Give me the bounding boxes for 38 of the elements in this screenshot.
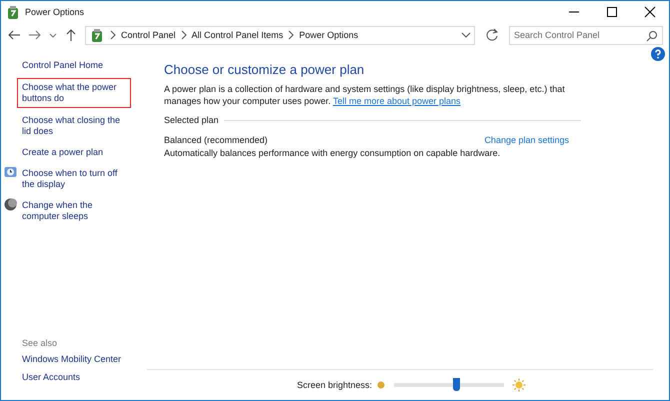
window-title: Power Options [25,7,84,17]
chevron-icon [180,30,188,40]
sidebar-link[interactable]: Control Panel Home [22,60,147,71]
chevron-icon [109,30,117,40]
sidebar-link[interactable]: Change when the computer sleeps [22,198,126,224]
chevron-icon [287,30,296,40]
moon-icon [4,198,17,211]
section-heading: Selected plan [164,115,219,125]
address-bar[interactable]: Control Panel All Control Panel Items Power Options [85,26,475,44]
bright-sun-icon [512,378,526,392]
plan-name: Balanced (recommended) [164,135,268,145]
description-text: A power plan is a collection of hardware and system settings (like display brightness, sleep, etc.) that manages how your computer uses power. Tell me more about power plans [164,83,566,107]
breadcrumb-item[interactable]: All Control Panel Items [192,30,284,40]
sidebar-link[interactable]: Choose when to turn off the display [22,166,126,192]
clock-monitor-icon [4,166,17,179]
back-arrow-icon[interactable] [7,28,21,42]
dim-sun-icon [376,380,386,390]
search-field[interactable]: Search Control Panel [509,26,663,44]
up-arrow-icon[interactable] [64,28,78,42]
help-icon[interactable] [651,47,665,61]
dropdown-caret-icon[interactable] [461,30,471,40]
forward-arrow-icon[interactable] [28,28,42,42]
search-icon [646,30,658,42]
sidebar-link[interactable]: Windows Mobility Center [22,354,147,365]
plan-description: Automatically balances performance with energy consumption on capable hardware. [164,148,502,158]
brightness-label: Screen brightness: [297,380,372,390]
breadcrumb-item[interactable]: Control Panel [121,30,176,40]
maximize-icon[interactable] [605,5,619,19]
sidebar-link[interactable]: User Accounts [22,372,147,383]
help-link[interactable]: Tell me more about power plans [332,96,461,106]
change-plan-link[interactable]: Change plan settings [484,135,569,145]
page-heading: Choose or customize a power plan [164,62,366,77]
sidebar-link[interactable]: Choose what the power buttons do [18,79,130,107]
section-heading: See also [22,338,58,348]
close-icon[interactable] [643,5,657,19]
sidebar-link[interactable]: Create a power plan [22,145,126,160]
breadcrumb-item[interactable]: Power Options [299,30,358,40]
sidebar-link[interactable]: Choose what closing the lid does [22,113,126,139]
